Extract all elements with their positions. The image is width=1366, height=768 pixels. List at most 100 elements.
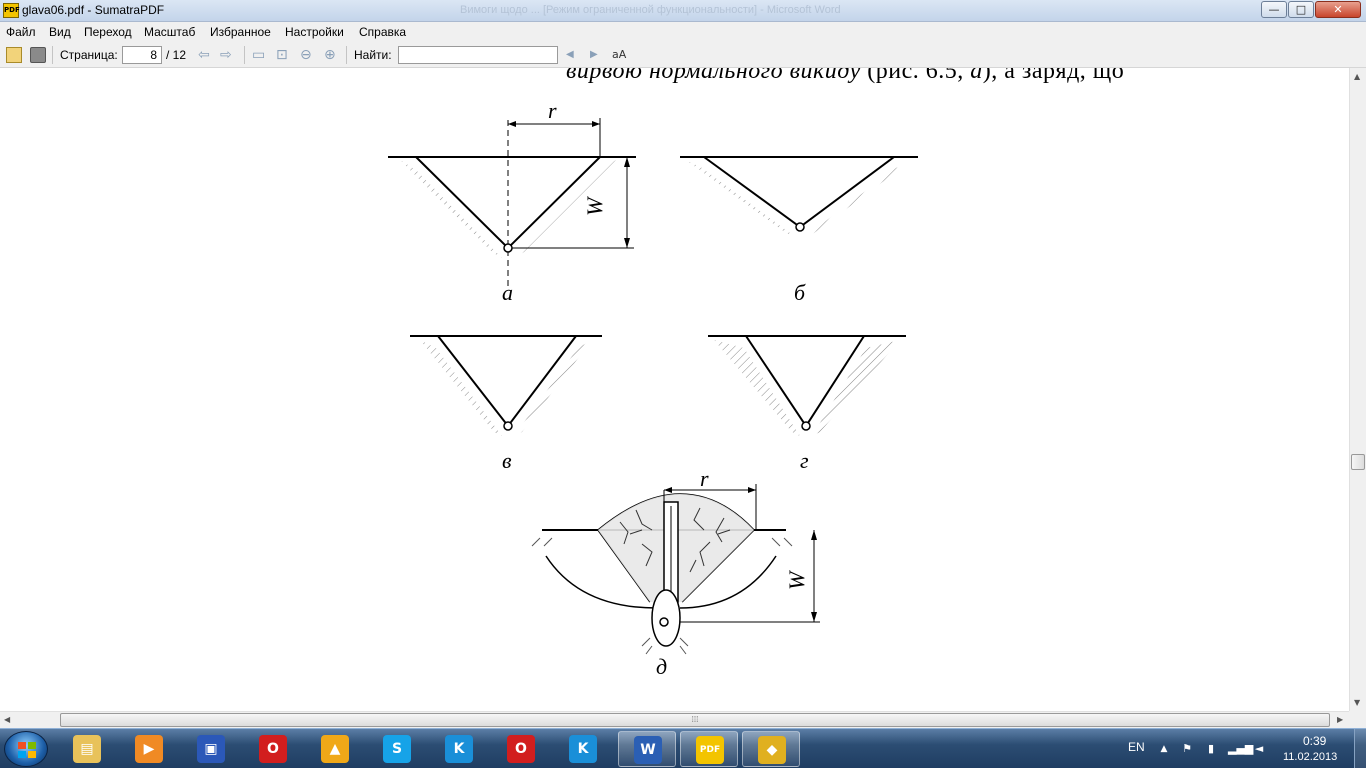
device-icon[interactable]: ▮ — [1204, 742, 1218, 756]
label-b: б — [794, 280, 806, 305]
print-icon[interactable] — [30, 47, 46, 63]
skype-icon: S — [383, 735, 411, 763]
open-file-icon[interactable] — [6, 47, 22, 63]
vertical-scrollbar[interactable]: ▲ ▼ — [1349, 68, 1366, 711]
diagram-v: в — [410, 335, 602, 473]
page-label: Страница: — [60, 48, 118, 62]
show-desktop-button[interactable] — [1354, 729, 1366, 768]
menu-go[interactable]: Переход — [84, 25, 132, 39]
action-center-flag-icon[interactable]: ⚑ — [1180, 742, 1194, 756]
save-disk-icon: ▣ — [197, 735, 225, 763]
language-indicator[interactable]: EN — [1128, 740, 1145, 754]
vertical-scroll-thumb[interactable] — [1351, 454, 1365, 470]
menu-view[interactable]: Вид — [49, 25, 71, 39]
menu-settings[interactable]: Настройки — [285, 25, 344, 39]
taskbar-app-media-player[interactable]: ▶ — [120, 731, 178, 767]
title-bar: PDF glava06.pdf - SumatraPDF Вимоги щодо… — [0, 0, 1366, 22]
menu-favorites[interactable]: Избранное — [210, 25, 271, 39]
kaspersky-2-icon: K — [569, 735, 597, 763]
windows-logo-icon — [18, 742, 36, 758]
label-w-d: W — [784, 570, 809, 590]
close-button[interactable]: ✕ — [1315, 1, 1361, 18]
word-icon: W — [634, 736, 662, 764]
next-page-icon[interactable]: ⇨ — [220, 46, 232, 64]
text-normal-part-2: ), а заряд, що — [982, 68, 1125, 84]
menu-help[interactable]: Справка — [359, 25, 406, 39]
menu-zoom[interactable]: Масштаб — [144, 25, 195, 39]
horizontal-scroll-thumb[interactable]: ⁞⁞⁞ — [60, 713, 1330, 727]
diagram-b: б — [680, 156, 918, 305]
clock-time[interactable]: 0:39 — [1303, 734, 1326, 748]
scroll-left-icon[interactable]: ◀ — [4, 715, 10, 724]
minimize-button[interactable]: — — [1261, 1, 1287, 18]
show-hidden-icons-icon[interactable]: ▲ — [1157, 742, 1171, 756]
shield-app-icon: ◆ — [758, 736, 786, 764]
menu-bar: Файл Вид Переход Масштаб Избранное Настр… — [0, 22, 1366, 42]
start-button[interactable] — [4, 731, 48, 767]
background-window-title: Вимоги щодо ... [Режим ограниченной функ… — [460, 4, 841, 16]
volume-muted-icon[interactable]: ◄ — [1252, 742, 1266, 756]
label-r-a: r — [548, 98, 557, 123]
label-g: г — [800, 448, 809, 473]
label-r-d: r — [700, 466, 709, 491]
opera-icon: O — [259, 735, 287, 763]
fit-width-icon[interactable]: ⊡ — [276, 46, 288, 64]
fit-page-icon[interactable]: ▭ — [252, 46, 265, 64]
taskbar-app-skype[interactable]: S — [368, 731, 426, 767]
signal-icon[interactable]: ▂▄▆ — [1228, 742, 1253, 756]
sumatra-pdf-icon: PDF — [696, 736, 724, 764]
media-player-icon: ▶ — [135, 735, 163, 763]
zoom-in-icon[interactable]: ⊕ — [324, 46, 336, 64]
menu-file[interactable]: Файл — [6, 25, 36, 39]
taskbar-app-shield-app[interactable]: ◆ — [742, 731, 800, 767]
diagram-a: r W а — [388, 98, 636, 305]
text-italic-part-2: а — [970, 68, 983, 84]
find-input[interactable] — [398, 46, 558, 64]
window-title: glava06.pdf - SumatraPDF — [22, 3, 165, 17]
find-next-icon[interactable]: ▶ — [590, 46, 598, 64]
sumatra-window: PDF glava06.pdf - SumatraPDF Вимоги щодо… — [0, 0, 1366, 768]
toolbar: Страница: / 12 ⇦ ⇨ ▭ ⊡ ⊖ ⊕ Найти: ◀ ▶ aA — [0, 42, 1366, 68]
document-text-line: вирвою нормального викиду (рис. 6.5, а),… — [566, 68, 1124, 85]
taskbar-app-word[interactable]: W — [618, 731, 676, 767]
text-normal-part: (рис. 6.5, — [860, 68, 971, 84]
horizontal-scrollbar[interactable]: ◀ ⁞⁞⁞ ▶ — [0, 711, 1349, 728]
page-number-input[interactable] — [122, 46, 162, 64]
label-w-a: W — [582, 196, 607, 216]
diagram-d: r W д — [531, 466, 820, 679]
scroll-down-icon[interactable]: ▼ — [1354, 698, 1360, 707]
taskbar-app-save-disk[interactable]: ▣ — [182, 731, 240, 767]
kaspersky-1-icon: K — [445, 735, 473, 763]
crater-figure: r W а б в г r W д — [388, 98, 918, 679]
clock-date[interactable]: 11.02.2013 — [1283, 751, 1337, 763]
label-d: д — [656, 654, 667, 679]
toolbar-separator — [244, 46, 245, 64]
match-case-icon[interactable]: aA — [612, 46, 626, 64]
taskbar-app-total-commander[interactable]: ▲ — [306, 731, 364, 767]
explorer-icon: ▤ — [73, 735, 101, 763]
document-view[interactable]: вирвою нормального викиду (рис. 6.5, а),… — [0, 68, 1349, 711]
sumatra-app-icon[interactable]: PDF — [3, 3, 20, 18]
find-label: Найти: — [354, 48, 392, 62]
page-total: / 12 — [166, 48, 187, 62]
taskbar-app-opera-2[interactable]: O — [492, 731, 550, 767]
taskbar-app-explorer[interactable]: ▤ — [58, 731, 116, 767]
label-a: а — [502, 280, 513, 305]
zoom-out-icon[interactable]: ⊖ — [300, 46, 312, 64]
diagram-g: г — [708, 335, 906, 473]
opera-2-icon: O — [507, 735, 535, 763]
maximize-button[interactable]: □ — [1288, 1, 1314, 18]
taskbar-app-kaspersky-1[interactable]: K — [430, 731, 488, 767]
scroll-up-icon[interactable]: ▲ — [1354, 72, 1360, 81]
scrollbar-corner — [1349, 711, 1366, 728]
taskbar-app-sumatra-pdf[interactable]: PDF — [680, 731, 738, 767]
label-v: в — [502, 448, 512, 473]
scroll-right-icon[interactable]: ▶ — [1337, 715, 1343, 724]
total-commander-icon: ▲ — [321, 735, 349, 763]
toolbar-separator — [346, 46, 347, 64]
taskbar-app-opera[interactable]: O — [244, 731, 302, 767]
windows-taskbar: ▤ ▶ ▣ O ▲ S K O K W PDF ◆ EN ▲ ⚑ ▮ ▂▄▆ ◄ 0:39 11.02… — [0, 728, 1366, 768]
prev-page-icon[interactable]: ⇦ — [198, 46, 210, 64]
find-prev-icon[interactable]: ◀ — [566, 46, 574, 64]
taskbar-app-kaspersky-2[interactable]: K — [554, 731, 612, 767]
